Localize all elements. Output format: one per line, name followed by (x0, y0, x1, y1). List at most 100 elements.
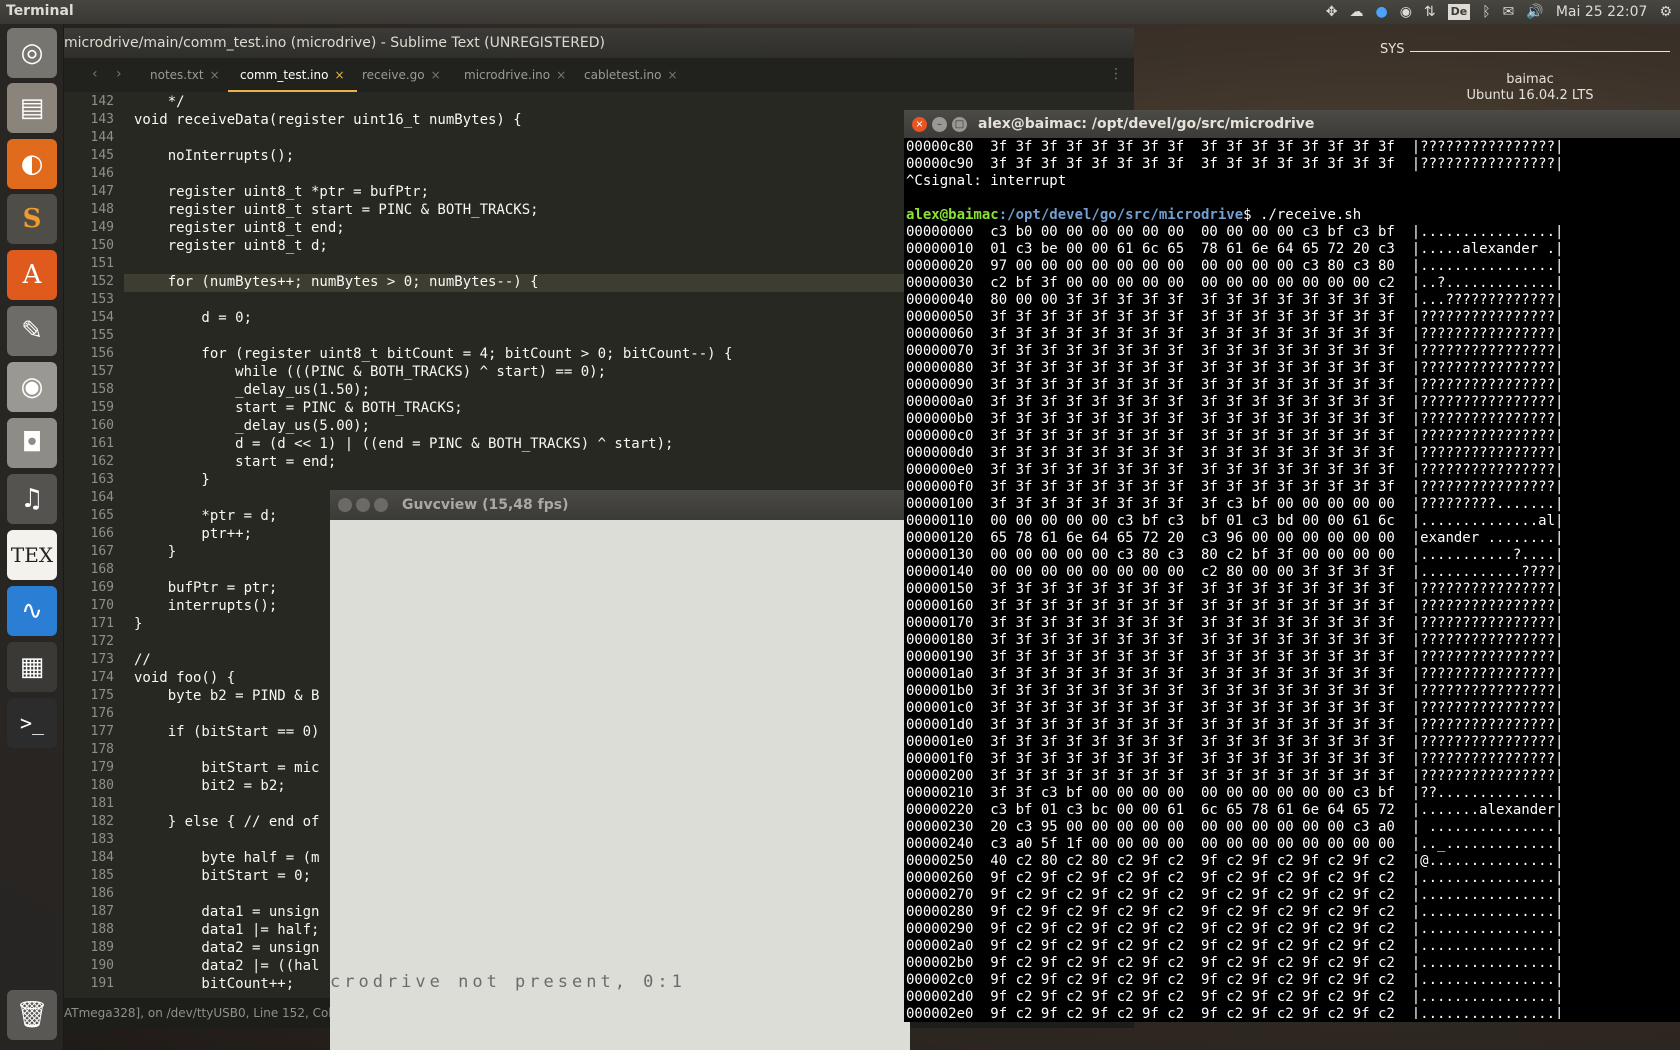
network-icon[interactable]: ⇅ (1424, 0, 1436, 24)
os-version: Ubuntu 16.04.2 LTS (1466, 88, 1594, 103)
screenshot-icon[interactable]: ◘ (7, 418, 57, 468)
terminal-window: alex@baimac: /opt/devel/go/src/microdriv… (904, 110, 1680, 1022)
system-settings-icon[interactable]: ✎ (7, 306, 57, 356)
terminal-line: 00000150 3f 3f 3f 3f 3f 3f 3f 3f 3f 3f 3… (906, 581, 1564, 597)
terminal-line: 00000010 01 c3 be 00 00 61 6c 65 78 61 6… (906, 241, 1564, 257)
line-number: 184 (90, 850, 114, 865)
sublime-text-icon[interactable]: S (7, 194, 57, 244)
code-line: _delay_us(5.00); (134, 418, 371, 434)
texmaker-icon[interactable]: TEX (7, 530, 57, 580)
trash-icon[interactable]: 🗑 (7, 990, 57, 1040)
terminal-line: 000001a0 3f 3f 3f 3f 3f 3f 3f 3f 3f 3f 3… (906, 666, 1564, 682)
terminal-line: 000000b0 3f 3f 3f 3f 3f 3f 3f 3f 3f 3f 3… (906, 411, 1564, 427)
terminal-line: 00000040 80 00 00 3f 3f 3f 3f 3f 3f 3f 3… (906, 292, 1564, 308)
terminal-line: 00000050 3f 3f 3f 3f 3f 3f 3f 3f 3f 3f 3… (906, 309, 1564, 325)
line-number: 149 (90, 220, 114, 235)
terminal-output[interactable]: 00000c80 3f 3f 3f 3f 3f 3f 3f 3f 3f 3f 3… (906, 139, 1680, 1019)
terminal-line: 000001b0 3f 3f 3f 3f 3f 3f 3f 3f 3f 3f 3… (906, 683, 1564, 699)
keyboard-layout-indicator[interactable]: De (1447, 4, 1471, 20)
code-line: d = (d << 1) | ((end = PINC & BOTH_TRACK… (134, 436, 674, 452)
code-line: byte b2 = PIND & B (134, 688, 320, 704)
software-center-icon[interactable]: A (7, 250, 57, 300)
terminal-line: 000002a0 9f c2 9f c2 9f c2 9f c2 9f c2 9… (906, 938, 1564, 954)
close-button[interactable]: × (912, 117, 927, 132)
tab-label: receive.go (362, 68, 425, 82)
tab-label: cabletest.ino (584, 68, 662, 82)
firefox-icon[interactable]: ◐ (7, 139, 57, 189)
line-number: 189 (90, 940, 114, 955)
system-monitor-icon[interactable]: ∿ (7, 586, 57, 636)
terminal-line: 00000240 c3 a0 5f 1f 00 00 00 00 00 00 0… (906, 836, 1564, 852)
volume-icon[interactable]: 🔊 (1526, 0, 1543, 24)
tab-microdrive[interactable]: microdrive.ino × (452, 58, 578, 92)
terminal-line: 000000f0 3f 3f 3f 3f 3f 3f 3f 3f 3f 3f 3… (906, 479, 1564, 495)
tab-back-icon[interactable]: ‹ (92, 66, 98, 82)
line-number: 188 (90, 922, 114, 937)
terminal-line: 00000260 9f c2 9f c2 9f c2 9f c2 9f c2 9… (906, 870, 1564, 886)
minimize-button[interactable] (356, 498, 370, 512)
launcher: ◎ ▤ ◐ S A ✎ ◉ ◘ ♫ TEX ∿ ▦ >_ 🗑 (0, 24, 64, 1050)
terminal-line: 00000070 3f 3f 3f 3f 3f 3f 3f 3f 3f 3f 3… (906, 343, 1564, 359)
calculator-icon[interactable]: ▦ (7, 642, 57, 692)
line-number: 154 (90, 310, 114, 325)
terminal-line: 00000000 c3 b0 00 00 00 00 00 00 00 00 0… (906, 224, 1564, 240)
maximize-button[interactable] (374, 498, 388, 512)
tab-receive[interactable]: receive.go × (350, 58, 453, 92)
close-button[interactable] (338, 498, 352, 512)
code-line: noInterrupts(); (134, 148, 295, 164)
cloud-icon[interactable]: ☁ (1349, 0, 1363, 24)
terminal-line: ^Csignal: interrupt (906, 173, 1067, 189)
terminal-line: 00000230 20 c3 95 00 00 00 00 00 00 00 0… (906, 819, 1564, 835)
tab-forward-icon[interactable]: › (116, 66, 122, 82)
terminal-line: 000001d0 3f 3f 3f 3f 3f 3f 3f 3f 3f 3f 3… (906, 717, 1564, 733)
line-number: 146 (90, 166, 114, 181)
code-line: } else { // end of (134, 814, 320, 830)
music-icon[interactable]: ♫ (7, 474, 57, 524)
tab-notes[interactable]: notes.txt × (138, 58, 232, 92)
files-icon[interactable]: ▤ (7, 83, 57, 133)
tab-label: microdrive.ino (464, 68, 551, 82)
minimize-button[interactable]: – (932, 117, 947, 132)
sys-divider (1410, 51, 1670, 52)
active-app-name: Terminal (6, 3, 74, 19)
wifi-icon[interactable]: ◉ (1400, 0, 1412, 24)
close-icon[interactable]: × (431, 68, 441, 82)
close-icon[interactable]: × (210, 68, 220, 82)
tab-cabletest[interactable]: cabletest.ino × (572, 58, 690, 92)
tab-comm-test[interactable]: comm_test.ino × (228, 58, 357, 92)
gear-icon[interactable]: ⚙ (1659, 0, 1672, 24)
dropbox-icon[interactable]: ✥ (1326, 0, 1338, 24)
code-line: register uint8_t start = PINC & BOTH_TRA… (134, 202, 539, 218)
code-line: bufPtr = ptr; (134, 580, 278, 596)
close-icon[interactable]: × (334, 68, 344, 82)
close-icon[interactable]: × (667, 68, 677, 82)
close-icon[interactable]: × (556, 68, 566, 82)
prompt-command: $ ./receive.sh (1243, 207, 1362, 223)
code-line: data1 |= half; (134, 922, 320, 938)
line-number: 142 (90, 94, 114, 109)
line-number: 180 (90, 778, 114, 793)
terminal-title: alex@baimac: /opt/devel/go/src/microdriv… (904, 110, 1680, 138)
terminal-line: 00000080 3f 3f 3f 3f 3f 3f 3f 3f 3f 3f 3… (906, 360, 1564, 376)
mail-icon[interactable]: ✉ (1503, 0, 1515, 24)
code-line: void foo() { (134, 670, 236, 686)
line-number: 183 (90, 832, 114, 847)
bluetooth-status-icon[interactable]: ● (1375, 0, 1387, 24)
terminal-line: 00000130 00 00 00 00 00 c3 80 c3 80 c2 b… (906, 547, 1564, 563)
terminal-icon[interactable]: >_ (7, 698, 57, 748)
prompt-line: alex@baimac:/opt/devel/go/src/microdrive… (906, 207, 1680, 224)
line-number: 165 (90, 508, 114, 523)
bluetooth-icon[interactable]: ᛒ (1482, 0, 1490, 24)
more-icon[interactable]: ⋮ (1109, 66, 1123, 82)
code-line: bitStart = 0; (134, 868, 312, 884)
terminal-line: 00000200 3f 3f 3f 3f 3f 3f 3f 3f 3f 3f 3… (906, 768, 1564, 784)
indicator-area: ✥ ☁ ● ◉ ⇅ De ᛒ ✉ 🔊 Mai 25 22:07 ⚙ (1326, 0, 1672, 24)
webcam-icon[interactable]: ◉ (7, 362, 57, 412)
code-line: void receiveData(register uint16_t numBy… (134, 112, 522, 128)
ubuntu-dash-icon[interactable]: ◎ (7, 28, 57, 78)
maximize-button[interactable]: □ (952, 117, 967, 132)
clock[interactable]: Mai 25 22:07 (1556, 0, 1648, 24)
